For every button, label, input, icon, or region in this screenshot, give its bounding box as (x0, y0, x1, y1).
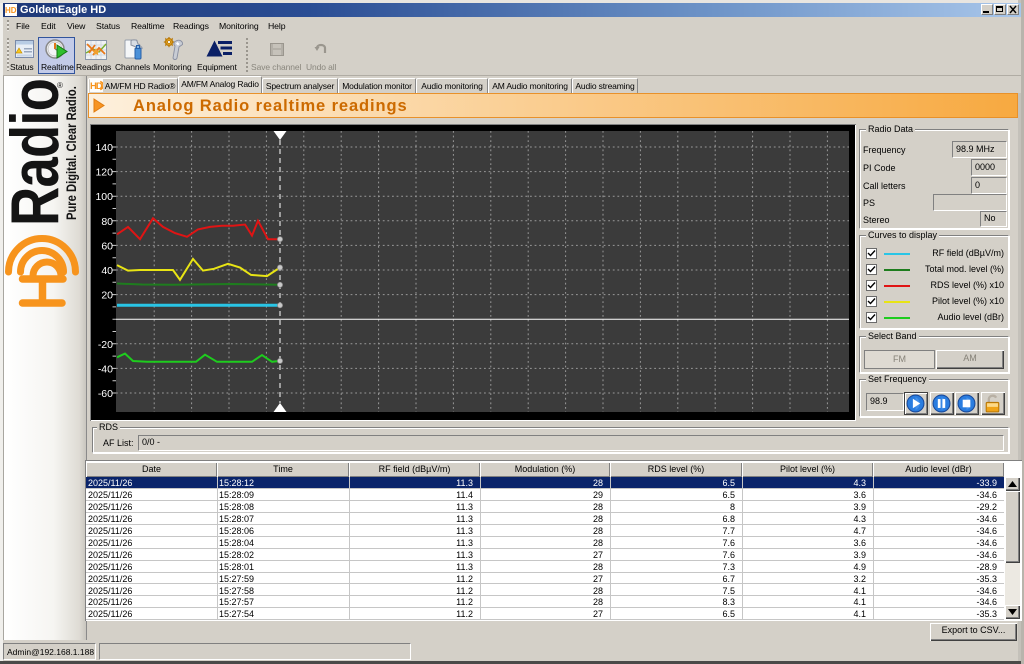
svg-text:120: 120 (95, 167, 113, 179)
svg-text:-20: -20 (98, 339, 113, 351)
svg-text:80: 80 (101, 216, 113, 228)
svg-text:HD): HD) (5, 6, 17, 15)
svg-text:-40: -40 (98, 363, 113, 375)
svg-text:100: 100 (95, 191, 113, 203)
svg-text:140: 140 (95, 142, 113, 154)
svg-text:-60: -60 (98, 388, 113, 400)
svg-text:20: 20 (101, 290, 113, 302)
svg-text:60: 60 (101, 240, 113, 252)
svg-text:40: 40 (101, 265, 113, 277)
